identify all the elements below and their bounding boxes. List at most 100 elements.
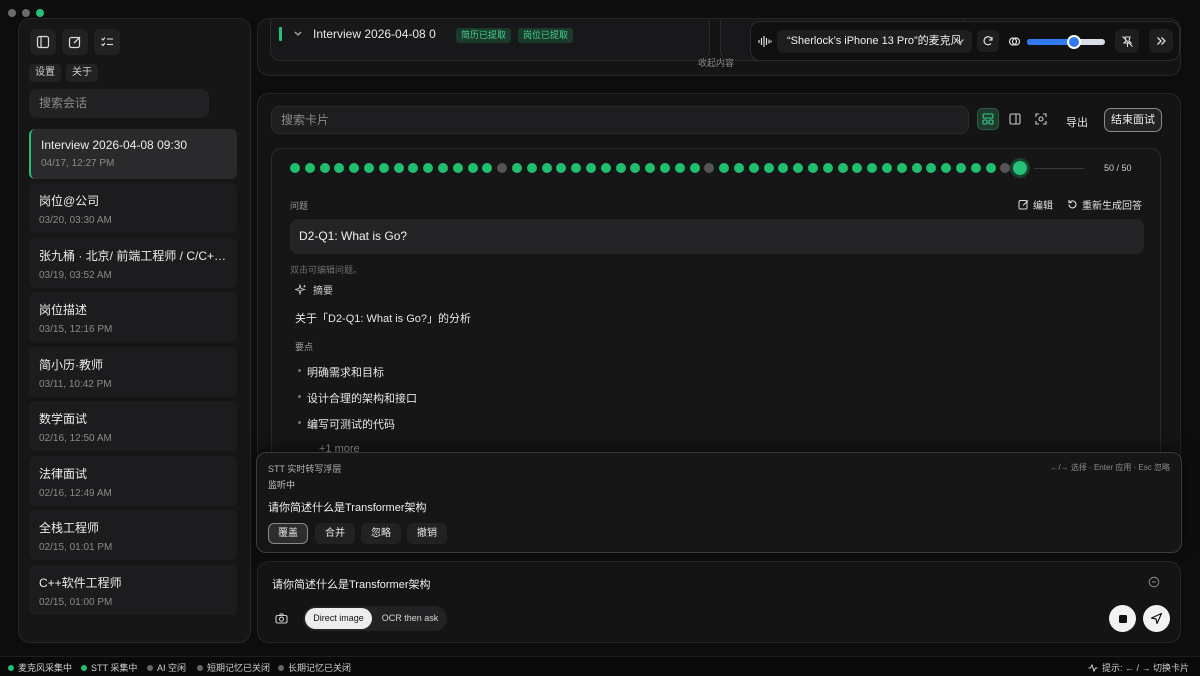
progress-dot[interactable] <box>526 163 537 173</box>
session-item[interactable]: 数学面试 02/16, 12:50 AM <box>29 401 237 451</box>
session-search-input[interactable]: 搜索会话 <box>29 89 209 118</box>
progress-dot[interactable] <box>1000 163 1011 173</box>
progress-dot[interactable] <box>808 163 818 173</box>
layout-grid-button[interactable] <box>977 108 999 130</box>
progress-dot[interactable] <box>541 163 552 173</box>
progress-dot[interactable] <box>956 163 966 173</box>
progress-dot[interactable] <box>970 163 981 173</box>
stop-button[interactable] <box>1109 605 1136 632</box>
progress-dot[interactable] <box>497 163 508 173</box>
minimize-window-button[interactable] <box>22 9 30 17</box>
progress-dot[interactable] <box>689 163 700 173</box>
close-window-button[interactable] <box>8 9 16 17</box>
toggle-sidebar-button[interactable] <box>30 29 56 55</box>
progress-dot[interactable] <box>763 163 774 173</box>
split-view-button[interactable] <box>1004 108 1026 130</box>
progress-dot[interactable] <box>896 163 907 173</box>
progress-dot[interactable] <box>734 163 744 173</box>
maximize-window-button[interactable] <box>36 9 44 17</box>
stt-undo-button[interactable]: 撤销 <box>407 523 447 544</box>
session-item[interactable]: 岗位描述 03/15, 12:16 PM <box>29 292 237 342</box>
progress-dot-current[interactable] <box>1013 161 1028 175</box>
progress-dot[interactable] <box>674 163 685 173</box>
progress-dot[interactable] <box>319 163 330 173</box>
pin-toggle-button[interactable] <box>1115 29 1139 53</box>
session-item[interactable]: Interview 2026-04-08 09:30 04/17, 12:27 … <box>29 129 237 179</box>
session-item[interactable]: 张九桶 · 北京/ 前端工程师 / C/C++工… 03/19, 03:52 A… <box>29 238 237 288</box>
edit-question-button[interactable]: 编辑 <box>1018 197 1053 212</box>
progress-dot[interactable] <box>512 163 522 173</box>
volume-slider[interactable] <box>1027 35 1105 49</box>
regenerate-answer-button[interactable]: 重新生成回答 <box>1067 197 1142 212</box>
chat-bubble-icon[interactable] <box>1148 576 1160 588</box>
expand-toolbar-button[interactable] <box>1149 29 1173 53</box>
progress-dot[interactable] <box>349 163 360 173</box>
progress-dot[interactable] <box>482 163 493 173</box>
progress-dot[interactable] <box>660 163 670 173</box>
progress-dot[interactable] <box>941 163 952 173</box>
bullet-marker <box>298 369 301 372</box>
progress-dot[interactable] <box>793 163 804 173</box>
ocr-then-ask-option[interactable]: OCR then ask <box>377 608 443 629</box>
progress-dot[interactable] <box>645 163 656 173</box>
progress-dot[interactable] <box>985 163 996 173</box>
progress-dot[interactable] <box>334 163 345 173</box>
progress-dot[interactable] <box>778 163 789 173</box>
progress-dot[interactable] <box>423 163 434 173</box>
progress-dot[interactable] <box>822 163 833 173</box>
checklist-button[interactable] <box>94 29 120 55</box>
card-search-input[interactable]: 搜索卡片 <box>271 106 969 134</box>
message-input[interactable]: 请你简述什么是Transformer架构 <box>272 576 431 592</box>
progress-dot[interactable] <box>408 163 419 173</box>
microphone-select[interactable]: “Sherlock’s iPhone 13 Pro”的麦克风 <box>777 30 972 53</box>
stt-merge-button[interactable]: 合并 <box>315 523 355 544</box>
link-audio-button[interactable] <box>1004 31 1024 51</box>
refresh-device-button[interactable] <box>977 30 999 52</box>
volume-slider-knob[interactable] <box>1066 35 1081 49</box>
progress-dot[interactable] <box>748 163 759 173</box>
question-text[interactable]: D2-Q1: What is Go? <box>290 219 1144 254</box>
progress-dot[interactable] <box>719 163 730 173</box>
progress-dot[interactable] <box>615 163 626 173</box>
progress-dot[interactable] <box>882 163 892 173</box>
progress-dot[interactable] <box>556 163 567 173</box>
end-interview-button[interactable]: 结束面试 <box>1104 108 1162 132</box>
session-item[interactable]: 简小历·教师 03/11, 10:42 PM <box>29 347 237 397</box>
stt-overwrite-button[interactable]: 覆盖 <box>268 523 308 544</box>
progress-dot[interactable] <box>571 163 582 173</box>
progress-dot[interactable] <box>926 163 937 173</box>
progress-dot[interactable] <box>586 163 596 173</box>
progress-dot[interactable] <box>364 163 374 173</box>
about-button[interactable]: 关于 <box>66 64 98 82</box>
stt-ignore-button[interactable]: 忽略 <box>361 523 401 544</box>
progress-dot[interactable] <box>452 163 463 173</box>
collapse-link[interactable]: 收起内容 <box>698 56 734 69</box>
screenshot-button[interactable] <box>1030 108 1052 130</box>
settings-button[interactable]: 设置 <box>29 64 61 82</box>
progress-dot[interactable] <box>630 163 641 173</box>
active-marker <box>279 27 282 41</box>
progress-dot[interactable] <box>852 163 863 173</box>
session-item[interactable]: 岗位@公司 03/20, 03:30 AM <box>29 183 237 233</box>
send-button[interactable] <box>1143 605 1170 632</box>
direct-image-option[interactable]: Direct image <box>305 608 372 629</box>
camera-icon[interactable] <box>275 613 288 624</box>
session-item[interactable]: 法律面试 02/16, 12:49 AM <box>29 456 237 506</box>
progress-dot[interactable] <box>393 163 404 173</box>
progress-dot[interactable] <box>438 163 448 173</box>
progress-dot[interactable] <box>290 163 300 173</box>
progress-dot[interactable] <box>704 163 715 173</box>
summary-text: 关于「D2-Q1: What is Go?」的分析 <box>295 313 472 325</box>
progress-dot[interactable] <box>837 163 848 173</box>
progress-dot[interactable] <box>304 163 315 173</box>
new-session-button[interactable] <box>62 29 88 55</box>
session-item[interactable]: C++软件工程师 02/15, 01:00 PM <box>29 565 237 615</box>
progress-dot[interactable] <box>600 163 611 173</box>
progress-dot[interactable] <box>378 163 389 173</box>
progress-dot[interactable] <box>867 163 878 173</box>
export-button[interactable]: 导出 <box>1066 114 1088 130</box>
progress-dot[interactable] <box>911 163 922 173</box>
session-item[interactable]: 全栈工程师 02/15, 01:01 PM <box>29 510 237 560</box>
chevron-down-icon[interactable] <box>293 30 303 38</box>
progress-dot[interactable] <box>467 163 478 173</box>
